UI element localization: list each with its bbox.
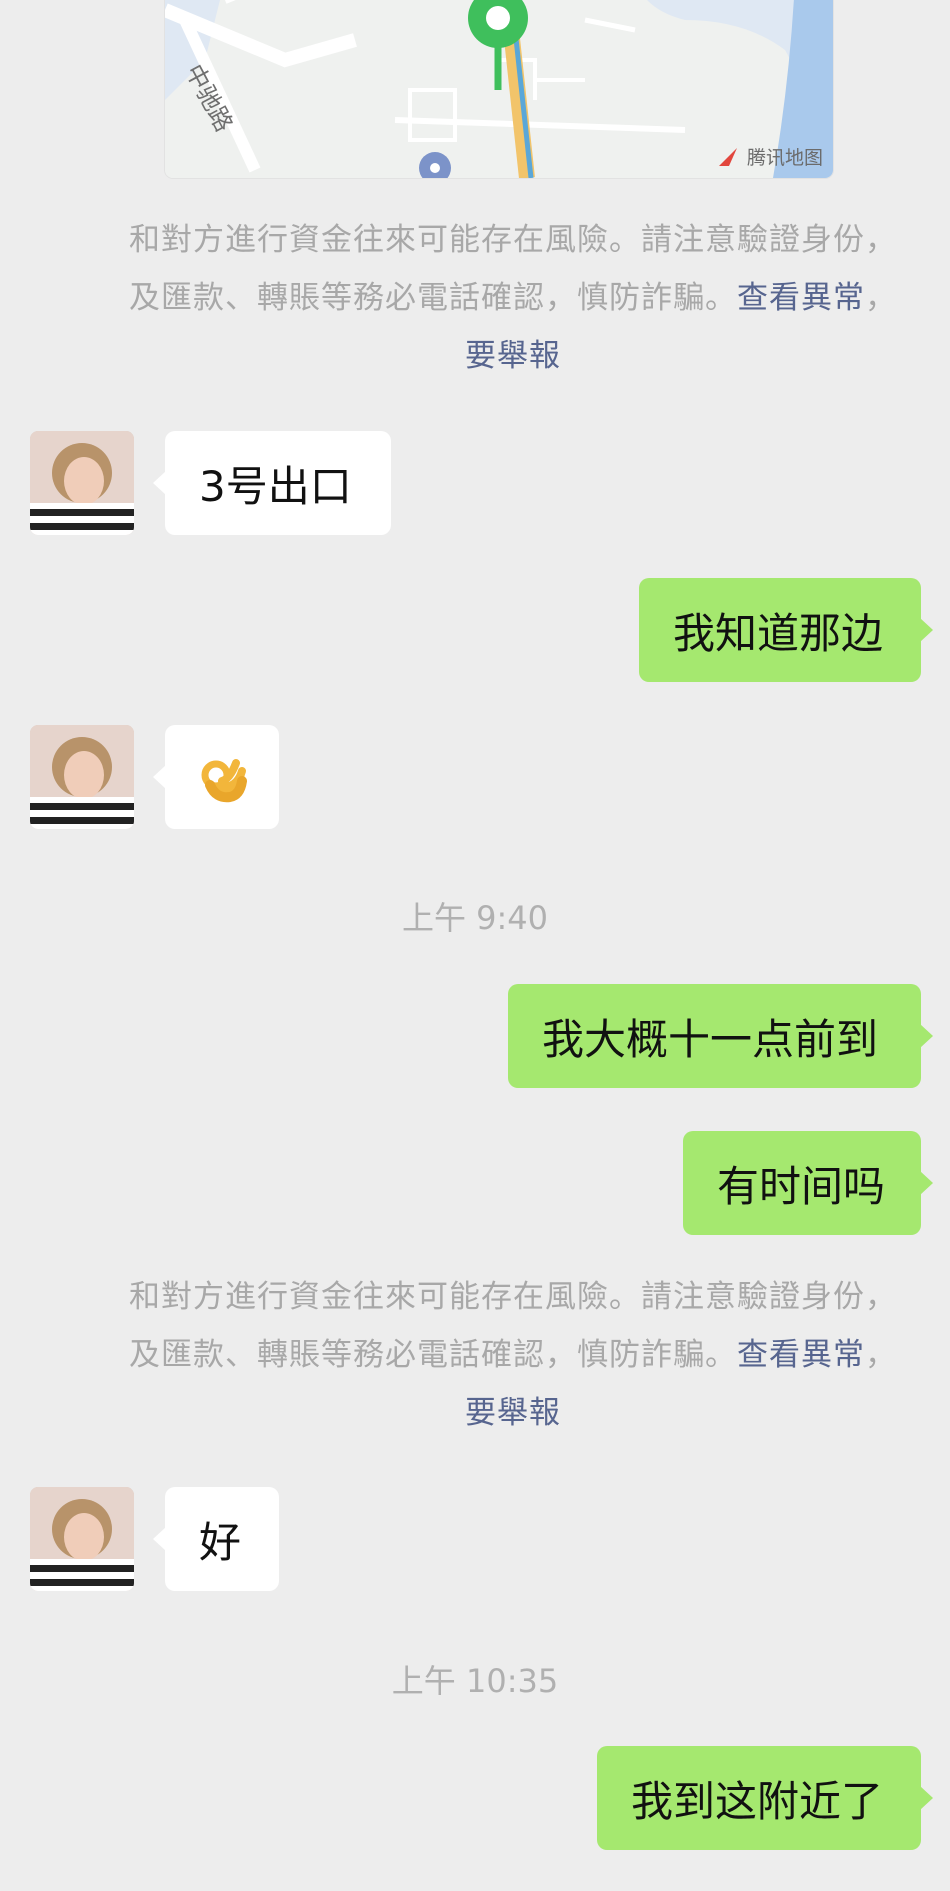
message-bubble-incoming[interactable]: 好 bbox=[153, 1487, 279, 1591]
notice-line: 及匯款、轉賬等務必電話確認，慎防詐騙。 bbox=[129, 280, 737, 316]
message-text: 3号出口 bbox=[199, 461, 352, 511]
message-bubble-incoming[interactable] bbox=[153, 725, 279, 829]
notice-line: 和對方進行資金往來可能存在風險。請注意驗證身份， bbox=[129, 222, 897, 258]
message-text: 有时间吗 bbox=[717, 1161, 886, 1211]
fraud-warning-notice: 和對方進行資金往來可能存在風險。請注意驗證身份， 及匯款、轉賬等務必電話確認，慎… bbox=[88, 211, 938, 385]
timestamp: 上午 10:35 bbox=[391, 1662, 559, 1700]
report-link[interactable]: 要舉報 bbox=[465, 338, 561, 374]
ok-hand-emoji-icon bbox=[201, 759, 247, 803]
view-abnormal-link[interactable]: 查看異常 bbox=[737, 280, 865, 316]
notice-line: 及匯款、轉賬等務必電話確認，慎防詐騙。 bbox=[129, 1337, 737, 1373]
view-abnormal-link[interactable]: 查看異常 bbox=[737, 1337, 865, 1373]
fraud-warning-notice: 和對方進行資金往來可能存在風險。請注意驗證身份， 及匯款、轉賬等務必電話確認，慎… bbox=[88, 1268, 938, 1442]
map-brand-label: 腾讯地图 bbox=[746, 147, 823, 169]
message-text: 好 bbox=[199, 1517, 242, 1567]
timestamp: 上午 9:40 bbox=[401, 899, 549, 937]
map-brand: 腾讯地图 bbox=[715, 143, 823, 170]
message-bubble-outgoing[interactable]: 我大概十一点前到 bbox=[508, 984, 933, 1088]
message-bubble-outgoing[interactable]: 我知道那边 bbox=[639, 578, 933, 682]
contact-avatar[interactable] bbox=[30, 431, 134, 535]
tencent-map-logo-icon bbox=[718, 147, 737, 166]
contact-avatar[interactable] bbox=[30, 1487, 134, 1591]
message-bubble-incoming[interactable]: 3号出口 bbox=[153, 431, 391, 535]
contact-avatar[interactable] bbox=[30, 725, 134, 829]
notice-line: 和對方進行資金往來可能存在風險。請注意驗證身份， bbox=[129, 1279, 897, 1315]
message-text: 我知道那边 bbox=[673, 608, 884, 658]
message-text: 我大概十一点前到 bbox=[542, 1014, 879, 1064]
location-map-card[interactable]: 中驰路 腾讯地图 bbox=[165, 0, 833, 178]
message-bubble-outgoing[interactable]: 我到这附近了 bbox=[597, 1746, 933, 1850]
report-link[interactable]: 要舉報 bbox=[465, 1395, 561, 1431]
message-text: 我到这附近了 bbox=[631, 1776, 884, 1826]
message-bubble-outgoing[interactable]: 有时间吗 bbox=[683, 1131, 933, 1235]
